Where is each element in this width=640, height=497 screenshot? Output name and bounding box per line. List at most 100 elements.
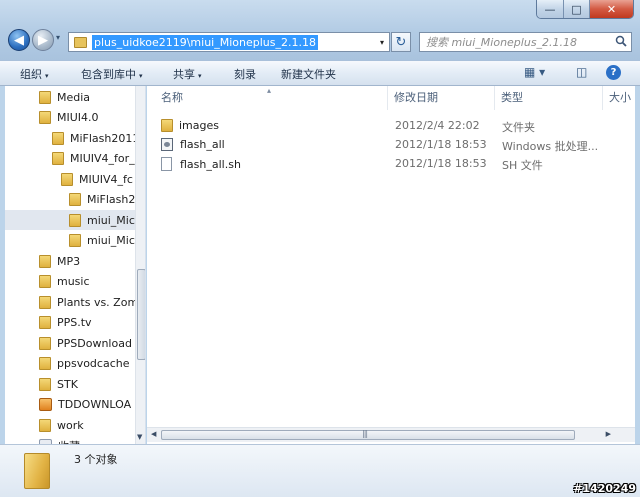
sidebar-item-label: MiFlash2	[87, 193, 136, 206]
file-modified-cell: 2012/1/18 18:53	[395, 138, 487, 151]
arrow-left-icon: ◀	[14, 32, 24, 48]
sidebar-item-label: Plants vs. Zom	[57, 295, 139, 309]
folder-icon	[24, 453, 50, 489]
sidebar-item[interactable]: MP3	[39, 251, 80, 271]
address-bar[interactable]: plus_uidkoe2119\miui_Mioneplus_2.1.18 ▾	[68, 32, 390, 52]
command-bar: 组织 ▾ 包含到库中 ▾ 共享 ▾ 刻录 新建文件夹 ▦ ▾ ◫ ?	[0, 60, 640, 86]
sidebar-item[interactable]: MIUIV4_for_	[52, 149, 135, 169]
sidebar-item[interactable]: Plants vs. Zom	[39, 292, 138, 312]
close-button[interactable]: ✕	[589, 0, 633, 18]
sidebar-item[interactable]: music	[39, 272, 90, 292]
file-name: images	[179, 119, 219, 132]
preview-pane-button[interactable]: ◫	[576, 65, 587, 79]
sidebar-item[interactable]: MIUIV4_fc	[61, 169, 133, 189]
forward-button[interactable]: ▶	[32, 29, 54, 51]
folder-icon	[39, 357, 51, 370]
arrow-right-icon: ▶	[38, 32, 48, 48]
folder-icon	[39, 111, 51, 124]
share-button[interactable]: 共享 ▾	[173, 66, 202, 82]
item-count: 3 个对象	[74, 453, 118, 466]
folder-icon	[39, 90, 51, 104]
change-view-button[interactable]: ▦ ▾	[524, 65, 545, 79]
scrollbar-thumb[interactable]: |||	[161, 429, 575, 440]
sidebar-item[interactable]: TDDOWNLOA	[39, 395, 131, 415]
scrollbar-thumb[interactable]	[137, 269, 145, 360]
organize-button[interactable]: 组织 ▾	[20, 66, 49, 82]
navigation-pane: Media MIUI4.0 MiFlash2011 MIUIV4_for_ MIUIV4…	[5, 86, 146, 444]
include-in-library-button[interactable]: 包含到库中 ▾	[81, 66, 143, 82]
file-type-cell: Windows 批处理...	[502, 140, 599, 153]
minimize-button[interactable]: —	[537, 0, 563, 18]
help-button[interactable]: ?	[606, 65, 621, 80]
sidebar-item-label: MP3	[57, 254, 81, 268]
sidebar-item-label: Media	[57, 90, 91, 104]
file-name-cell[interactable]: flash_all	[161, 138, 225, 151]
folder-icon	[39, 316, 51, 329]
file-name: flash_all	[180, 138, 225, 151]
sidebar-item[interactable]: MiFlash2	[69, 190, 135, 210]
sidebar-item[interactable]: Media	[39, 87, 90, 107]
refresh-button[interactable]: ↻	[391, 32, 411, 52]
recent-pages-dropdown[interactable]: ▾	[56, 33, 60, 42]
column-header-name[interactable]: 名称	[155, 86, 388, 110]
file-type-cell: SH 文件	[502, 159, 543, 172]
file-modified-cell: 2012/1/18 18:53	[395, 157, 487, 170]
file-modified-cell: 2012/2/4 22:02	[395, 119, 480, 132]
scroll-down-arrow[interactable]: ▼	[137, 433, 142, 441]
file-row[interactable]: flash_all 2012/1/18 18:53 Windows 批处理...	[147, 135, 635, 154]
window-border-right	[635, 86, 640, 444]
sidebar-item-label: ppsvodcache	[57, 357, 130, 370]
sidebar-item[interactable]: work	[39, 415, 84, 435]
sidebar-item[interactable]: STK	[39, 374, 78, 394]
scroll-right-arrow[interactable]: ▶	[606, 430, 611, 438]
back-button[interactable]: ◀	[8, 29, 30, 51]
details-pane: 3 个对象 #1420249	[0, 444, 640, 497]
file-type-cell: 文件夹	[502, 121, 535, 134]
sidebar-item[interactable]: 收藏	[39, 436, 80, 444]
horizontal-scrollbar[interactable]: ◀ ||| ▶	[147, 427, 635, 442]
folder-icon	[52, 152, 64, 165]
watermark: #1420249	[573, 482, 636, 495]
folder-icon	[52, 131, 64, 145]
file-list-pane: 名称 ▴ 修改日期 类型 大小 images 2012/2/4 22:02 文件夹 f…	[147, 86, 635, 444]
sidebar-item[interactable]: PPS.tv	[39, 313, 92, 333]
sidebar-item[interactable]: miui_Mic	[5, 210, 135, 230]
search-input[interactable]: 搜索 miui_Mioneplus_2.1.18	[419, 32, 632, 52]
column-header-modified[interactable]: 修改日期	[388, 86, 495, 110]
sidebar-item-label: MIUIV4_for_	[70, 152, 135, 165]
file-name-cell[interactable]: images	[161, 119, 219, 132]
sidebar-item-label: miui_Mic	[87, 234, 135, 247]
grip-icon: |||	[362, 429, 368, 438]
sidebar-item-label: STK	[57, 377, 78, 391]
scroll-left-arrow[interactable]: ◀	[151, 430, 156, 438]
sidebar-item[interactable]: PPSDownload	[39, 333, 132, 353]
new-folder-button[interactable]: 新建文件夹	[281, 66, 336, 82]
file-row[interactable]: flash_all.sh 2012/1/18 18:53 SH 文件	[147, 154, 635, 173]
maximize-button[interactable]: □	[563, 0, 589, 18]
navigation-scrollbar[interactable]: ▼	[135, 86, 145, 444]
folder-icon	[74, 36, 87, 48]
sidebar-item-label: PPSDownload	[57, 336, 132, 350]
caption-buttons: — □ ✕	[536, 0, 634, 19]
address-dropdown-button[interactable]: ▾	[375, 33, 389, 51]
folder-icon	[39, 295, 51, 309]
sidebar-item-label: MIUI4.0	[57, 111, 99, 124]
app-icon	[39, 398, 52, 411]
column-header-size[interactable]: 大小	[603, 86, 635, 110]
batch-file-icon	[161, 138, 173, 151]
address-path[interactable]: plus_uidkoe2119\miui_Mioneplus_2.1.18	[92, 34, 318, 50]
folder-icon	[69, 193, 81, 206]
chevron-down-icon: ▾	[139, 72, 143, 80]
file-name: flash_all.sh	[180, 157, 241, 171]
sidebar-item[interactable]: MiFlash2011	[52, 128, 139, 148]
search-icon	[615, 35, 627, 50]
sidebar-item[interactable]: ppsvodcache	[39, 354, 130, 374]
folder-icon	[69, 213, 81, 227]
sidebar-item[interactable]: miui_Mic	[69, 231, 135, 251]
sidebar-item[interactable]: MIUI4.0	[39, 108, 99, 128]
file-name-cell[interactable]: flash_all.sh	[161, 157, 241, 171]
folder-icon	[39, 377, 51, 391]
column-header-type[interactable]: 类型	[495, 86, 603, 110]
file-row[interactable]: images 2012/2/4 22:02 文件夹	[147, 116, 635, 135]
burn-button[interactable]: 刻录	[234, 66, 256, 82]
